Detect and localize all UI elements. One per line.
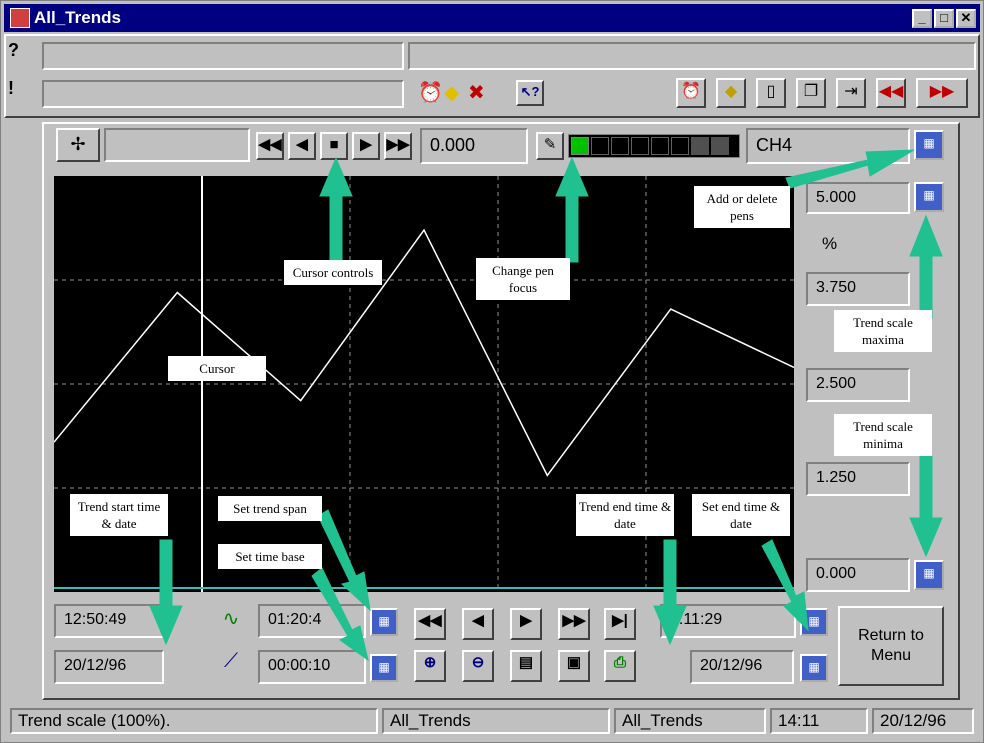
zoom-out-icon[interactable]: ⊖ — [462, 650, 494, 682]
note-add-pens: Add or delete pens — [694, 186, 790, 228]
scale-max-button[interactable]: ▦ — [914, 182, 944, 212]
notes-icon[interactable]: ▯ — [756, 78, 786, 108]
pen-slot[interactable] — [591, 137, 609, 155]
cursor-back-button[interactable]: ◀ — [288, 132, 316, 160]
time-base-field: 00:00:10 — [258, 650, 366, 684]
set-time-base-button[interactable]: ▦ — [370, 654, 398, 682]
status-time: 14:11 — [770, 708, 868, 734]
note-cursor: Cursor — [168, 356, 266, 381]
message-field — [408, 42, 976, 70]
status-panel-page: All_Trends — [382, 708, 610, 734]
pen-slot[interactable] — [711, 137, 729, 155]
trend-span-icon: ∿ — [222, 608, 240, 630]
pen-slot[interactable] — [671, 137, 689, 155]
cursor-toggle-icon[interactable]: ✢ — [56, 128, 100, 162]
trend-start-time: 12:50:49 — [54, 604, 164, 638]
note-trend-end: Trend end time & date — [576, 494, 674, 536]
time-base-icon: ⟋ — [224, 650, 238, 672]
note-trend-start: Trend start time & date — [70, 494, 168, 536]
close-button[interactable]: ✕ — [956, 9, 976, 28]
minimize-button[interactable]: _ — [912, 9, 932, 28]
status-message: Trend scale (100%). — [10, 708, 378, 734]
page-back-icon[interactable]: ◀◀ — [876, 78, 906, 108]
context-help-icon[interactable]: ↖? — [516, 80, 544, 106]
help-marker: ? — [8, 40, 19, 60]
trend-end-button[interactable]: ▶| — [604, 608, 636, 640]
pen-name-field: CH4 — [746, 128, 910, 164]
maximize-button[interactable]: □ — [934, 9, 954, 28]
add-pen-button[interactable]: ▦ — [914, 130, 944, 160]
cursor-time-field — [104, 128, 250, 162]
warning-icon[interactable]: ◆ — [444, 80, 459, 105]
alarm-page-icon[interactable]: ⏰ — [676, 78, 706, 108]
return-to-menu-button[interactable]: Return to Menu — [838, 606, 944, 686]
scale-min-field: 0.000 — [806, 558, 910, 592]
silence-icon[interactable]: ✖ — [468, 80, 485, 105]
alert-field — [42, 80, 404, 108]
note-set-base: Set time base — [218, 544, 322, 569]
help-field — [42, 42, 404, 70]
alert-marker: ! — [8, 78, 14, 98]
print-icon[interactable]: ⎙ — [604, 650, 636, 682]
status-date: 20/12/96 — [872, 708, 974, 734]
trend-start-date: 20/12/96 — [54, 650, 164, 684]
pen-slot-active[interactable] — [571, 137, 589, 155]
trend-end-time: 4:11:29 — [660, 604, 796, 638]
cursor-fast-forward-button[interactable]: ▶▶ — [384, 132, 412, 160]
cursor-rewind-button[interactable]: ◀◀ — [256, 132, 284, 160]
pen-slot[interactable] — [651, 137, 669, 155]
scale-label-2500: 2.500 — [806, 368, 910, 402]
note-set-span: Set trend span — [218, 496, 322, 521]
note-scale-min: Trend scale minima — [834, 414, 932, 456]
note-change-pen: Change pen focus — [476, 258, 570, 300]
scale-label-3750: 3.750 — [806, 272, 910, 306]
pen-slot[interactable] — [611, 137, 629, 155]
trend-back-button[interactable]: ◀ — [462, 608, 494, 640]
scale-max-field: 5.000 — [806, 182, 910, 214]
trend-fast-forward-button[interactable]: ▶▶ — [558, 608, 590, 640]
cursor-value-field: 0.000 — [420, 128, 528, 164]
pen-slot[interactable] — [691, 137, 709, 155]
alarm-clock-icon[interactable]: ⏰ — [418, 80, 443, 105]
trend-line — [54, 228, 794, 477]
cursor-forward-button[interactable]: ▶ — [352, 132, 380, 160]
copy-window-icon[interactable]: ❐ — [796, 78, 826, 108]
clipboard-icon[interactable]: ▤ — [510, 650, 542, 682]
note-set-end: Set end time & date — [692, 494, 790, 536]
title-bar[interactable]: All_Trends _ □ ✕ — [4, 4, 980, 32]
window-title: All_Trends — [34, 8, 121, 27]
scale-min-button[interactable]: ▦ — [914, 560, 944, 590]
note-cursor-controls: Cursor controls — [284, 260, 382, 285]
zoom-in-icon[interactable]: ⊕ — [414, 650, 446, 682]
scale-label-1250: 1.250 — [806, 462, 910, 496]
exit-icon[interactable]: ⇥ — [836, 78, 866, 108]
pen-selector[interactable] — [568, 134, 740, 158]
page-forward-icon[interactable]: ▶▶ — [916, 78, 968, 108]
trend-span-field: 01:20:4 — [258, 604, 366, 638]
set-span-button[interactable]: ▦ — [370, 608, 398, 636]
set-end-time-button[interactable]: ▦ — [800, 608, 828, 636]
status-panel-trend: All_Trends — [614, 708, 766, 734]
save-icon[interactable]: ▣ — [558, 650, 590, 682]
trend-end-date: 20/12/96 — [690, 650, 794, 684]
app-icon — [10, 8, 30, 28]
scale-unit: % — [822, 234, 838, 253]
pen-slot[interactable] — [631, 137, 649, 155]
set-end-date-button[interactable]: ▦ — [800, 654, 828, 682]
cursor-stop-button[interactable]: ■ — [320, 132, 348, 160]
note-scale-max: Trend scale maxima — [834, 310, 932, 352]
pen-focus-icon[interactable]: ✎ — [536, 132, 564, 160]
trend-forward-button[interactable]: ▶ — [510, 608, 542, 640]
alarm-summary-icon[interactable]: ◆ — [716, 78, 746, 108]
trend-rewind-button[interactable]: ◀◀ — [414, 608, 446, 640]
